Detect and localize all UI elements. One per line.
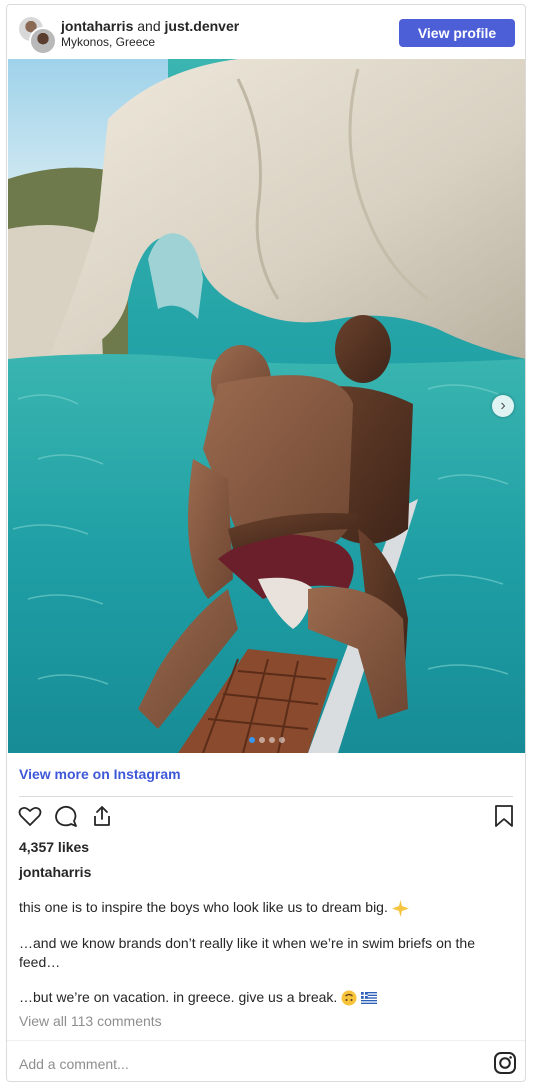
post-header: jontaharris and just.denver Mykonos, Gre… <box>7 5 525 60</box>
instagram-icon[interactable] <box>493 1051 517 1075</box>
author-joiner: and <box>137 18 161 34</box>
caption-line: …but we’re on vacation. in greece. give … <box>19 988 513 1007</box>
chevron-right-icon: › <box>500 397 506 414</box>
author-link-2[interactable]: just.denver <box>165 18 240 34</box>
carousel-dot <box>269 737 275 743</box>
post-photo[interactable]: › <box>8 59 525 753</box>
view-all-comments-link[interactable]: View all 113 comments <box>19 1013 162 1029</box>
sparkle-emoji-icon <box>391 899 409 917</box>
author-link-1[interactable]: jontaharris <box>61 18 133 34</box>
upside-down-face-emoji-icon <box>341 990 357 1006</box>
divider <box>7 1040 525 1041</box>
add-comment-input[interactable]: Add a comment... <box>19 1056 129 1072</box>
heart-icon[interactable] <box>17 803 43 829</box>
comment-icon[interactable] <box>53 803 79 829</box>
share-icon[interactable] <box>89 803 115 829</box>
likes-count[interactable]: 4,357 likes <box>19 839 89 855</box>
caption-text-3: …but we’re on vacation. in greece. give … <box>19 989 338 1005</box>
avatar <box>29 27 57 55</box>
caption-line: …and we know brands don’t really like it… <box>19 935 475 970</box>
avatar-group[interactable] <box>17 15 57 55</box>
caption-username[interactable]: jontaharris <box>19 864 91 880</box>
post-location[interactable]: Mykonos, Greece <box>61 35 155 50</box>
carousel-indicator <box>249 737 285 743</box>
view-profile-button[interactable]: View profile <box>399 19 515 47</box>
divider <box>19 796 513 797</box>
post-authors: jontaharris and just.denver <box>61 18 239 35</box>
instagram-embed-card: jontaharris and just.denver Mykonos, Gre… <box>6 4 526 1082</box>
bookmark-icon[interactable] <box>491 803 517 829</box>
caption-text-1: this one is to inspire the boys who look… <box>19 899 388 915</box>
view-more-link[interactable]: View more on Instagram <box>19 766 181 782</box>
photo-illustration <box>8 59 525 753</box>
carousel-next-button[interactable]: › <box>492 395 514 417</box>
carousel-dot <box>279 737 285 743</box>
carousel-dot <box>259 737 265 743</box>
greece-flag-emoji-icon <box>361 992 378 1005</box>
caption-line: this one is to inspire the boys who look… <box>19 898 513 917</box>
carousel-dot <box>249 737 255 743</box>
